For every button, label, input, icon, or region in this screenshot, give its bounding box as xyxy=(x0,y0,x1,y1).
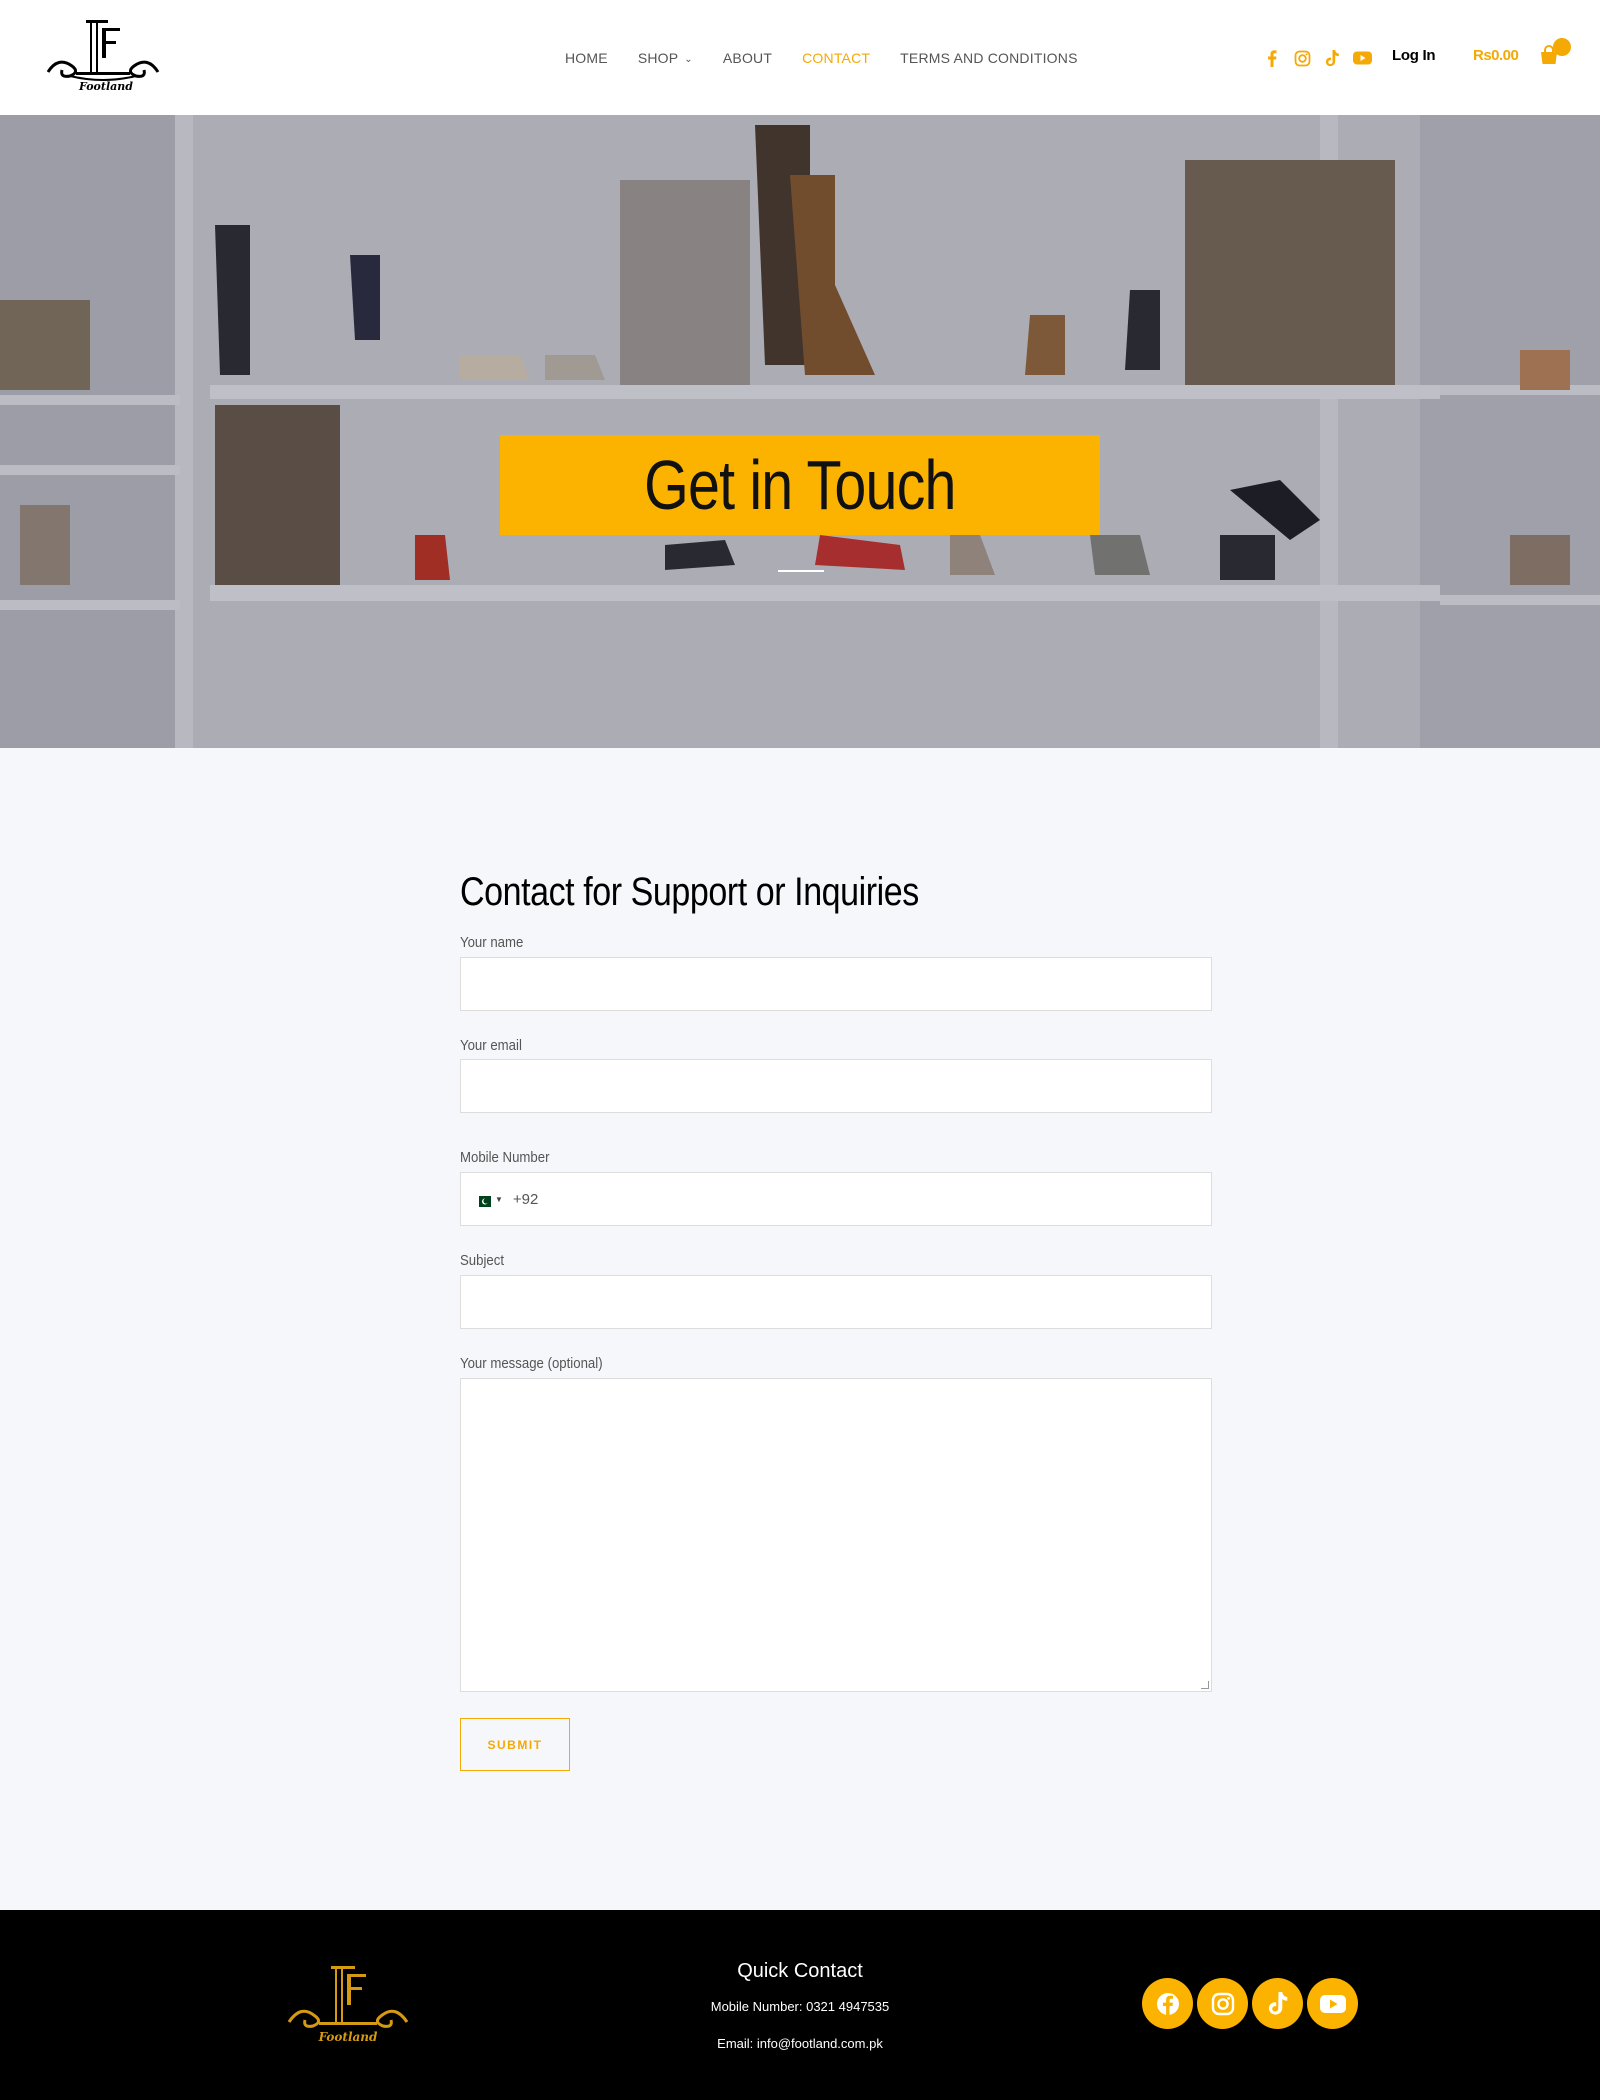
contact-form: Contact for Support or Inquiries Your na… xyxy=(460,870,1212,1771)
footer-logo-text: Footland xyxy=(318,2030,378,2044)
subject-label: Subject xyxy=(460,1252,505,1269)
header-social-links xyxy=(1262,48,1372,68)
tiktok-icon[interactable] xyxy=(1252,1978,1303,2029)
email-input[interactable] xyxy=(460,1059,1212,1113)
form-title: Contact for Support or Inquiries xyxy=(460,870,919,914)
hero-divider xyxy=(778,570,824,572)
resize-handle-icon[interactable] xyxy=(1201,1681,1209,1689)
submit-button[interactable]: SUBMIT xyxy=(460,1718,570,1771)
youtube-icon[interactable] xyxy=(1352,48,1372,68)
nav-contact-label: CONTACT xyxy=(802,50,871,66)
tiktok-icon[interactable] xyxy=(1322,48,1342,68)
cart-total[interactable]: Rs0.00 xyxy=(1473,47,1519,64)
hero-overlay xyxy=(0,115,1600,748)
site-logo[interactable]: Footland xyxy=(40,14,166,100)
mobile-prefix: +92 xyxy=(512,1190,539,1208)
youtube-icon[interactable] xyxy=(1307,1978,1358,2029)
site-footer: Footland Quick Contact Mobile Number: 03… xyxy=(0,1910,1600,2100)
nav-shop-label: SHOP xyxy=(637,50,679,66)
chevron-down-icon: ⌄ xyxy=(684,53,693,65)
hero-title-box: Get in Touch xyxy=(500,435,1100,535)
name-label: Your name xyxy=(460,934,524,951)
login-link[interactable]: Log In xyxy=(1392,47,1435,64)
facebook-icon[interactable] xyxy=(1142,1978,1193,2029)
nav-terms[interactable]: TERMS AND CONDITIONS xyxy=(900,50,1077,66)
nav-contact[interactable]: CONTACT xyxy=(802,50,870,66)
pakistan-flag-icon[interactable] xyxy=(475,1194,491,1207)
footer-mobile: Mobile Number: 0321 4947535 xyxy=(710,1999,890,2014)
nav-shop[interactable]: SHOP ⌄ xyxy=(638,50,693,66)
nav-about-label: ABOUT xyxy=(722,50,773,66)
footer-email[interactable]: Email: info@footland.com.pk xyxy=(650,2036,950,2051)
message-label: Your message (optional) xyxy=(460,1355,603,1372)
nav-home[interactable]: HOME xyxy=(565,50,608,66)
hero-title: Get in Touch xyxy=(644,446,956,524)
nav-home-label: HOME xyxy=(565,50,608,66)
mobile-input[interactable]: ▼ +92 xyxy=(460,1172,1212,1226)
logo-text: Footland xyxy=(79,80,133,93)
mobile-label: Mobile Number xyxy=(460,1149,550,1166)
quick-contact-title: Quick Contact xyxy=(737,1960,863,1982)
site-header: Footland HOME SHOP ⌄ ABOUT CONTACT TERMS … xyxy=(0,0,1600,115)
instagram-icon[interactable] xyxy=(1197,1978,1248,2029)
message-textarea[interactable] xyxy=(460,1378,1212,1692)
main-nav: HOME SHOP ⌄ ABOUT CONTACT TERMS AND CONDI… xyxy=(565,50,1108,66)
subject-input[interactable] xyxy=(460,1275,1212,1329)
country-dropdown-caret-icon[interactable]: ▼ xyxy=(495,1195,503,1204)
nav-about[interactable]: ABOUT xyxy=(723,50,772,66)
facebook-icon[interactable] xyxy=(1262,48,1282,68)
cart-count-badge xyxy=(1553,38,1571,56)
email-label: Your email xyxy=(460,1037,522,1054)
hero-banner: Get in Touch xyxy=(0,115,1600,748)
nav-terms-label: TERMS AND CONDITIONS xyxy=(900,50,1078,66)
name-input[interactable] xyxy=(460,957,1212,1011)
footer-social-links xyxy=(1142,1978,1358,2029)
instagram-icon[interactable] xyxy=(1292,48,1312,68)
